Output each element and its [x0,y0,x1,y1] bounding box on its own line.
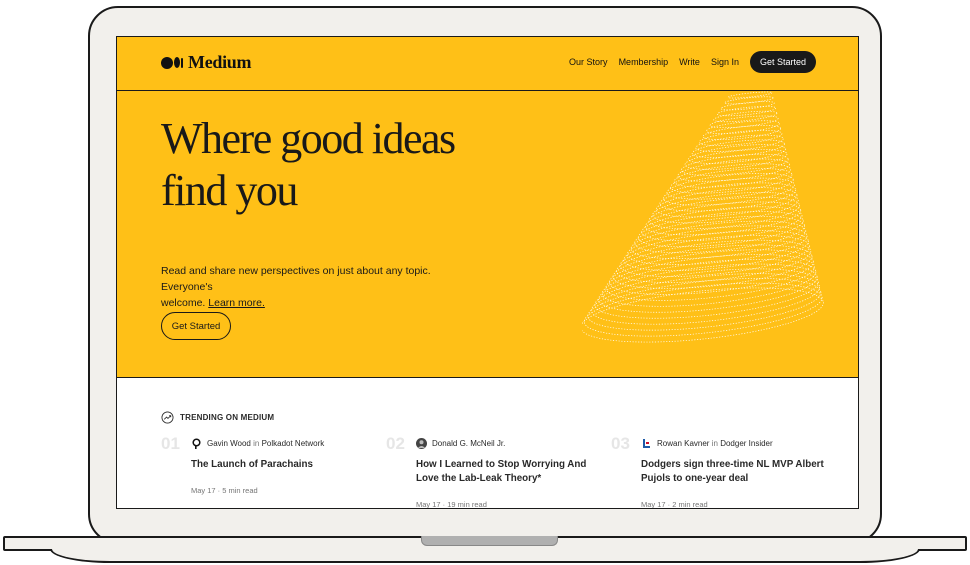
cone-ring [609,249,814,295]
top-nav: Our Story Membership Write Sign In Get S… [569,51,816,73]
trending-rank: 03 [611,434,630,453]
laptop-notch [421,536,558,546]
hero-get-started-button[interactable]: Get Started [161,312,231,340]
author-connector: in [711,439,718,448]
cone-ring [659,182,797,212]
logo-text: Medium [188,52,252,72]
trending-rank: 01 [161,434,180,453]
nav-write[interactable]: Write [679,57,700,67]
cone-ring [688,144,787,164]
hero-subtitle-line-2: welcome. [161,297,209,309]
laptop-base-lip [50,549,920,563]
cone-ring [695,134,784,152]
cone-ring [681,153,789,176]
dodger-insider-avatar-icon [641,438,652,449]
medium-logo[interactable]: Medium [161,52,252,73]
cone-ring [709,115,779,129]
site-header: Medium Our Story Membership Write Sign I… [117,37,858,91]
learn-more-link[interactable]: Learn more. [208,297,265,309]
cone-ring [691,139,785,158]
cone-ring [582,287,824,343]
trending-author-row: Gavin Wood in Polkadot Network [191,438,324,449]
publication-name[interactable]: Polkadot Network [262,439,325,448]
cone-ring [663,177,795,206]
hero-title: Where good ideas find you [161,113,491,217]
cone-ring [601,258,817,307]
cone-ring [594,268,819,319]
trending-icon [161,411,174,424]
cone-ring [684,149,788,170]
cone-ring [720,101,775,111]
hero-subtitle-line-1: Read and share new perspectives on just … [161,265,431,293]
laptop-screen: Medium Our Story Membership Write Sign I… [116,36,859,509]
trending-section: TRENDING ON MEDIUM 01 Gavin Wood in Polk… [117,377,858,509]
cone-ring [591,273,820,325]
nav-sign-in[interactable]: Sign In [711,57,739,67]
trending-rank: 02 [386,434,405,453]
nav-our-story[interactable]: Our Story [569,57,608,67]
publication-name[interactable]: Dodger Insider [720,439,772,448]
trending-header: TRENDING ON MEDIUM [161,411,274,424]
polkadot-avatar-icon [191,438,202,449]
get-started-nav-button[interactable]: Get Started [749,51,816,73]
author-name[interactable]: Donald G. McNeil Jr. [432,439,505,448]
hero-cone-art [582,91,824,343]
author-name[interactable]: Gavin Wood [207,439,251,448]
author-connector: in [253,439,260,448]
author-avatar [416,438,427,449]
hero-title-line-2: find you [161,166,298,215]
hero-subtitle: Read and share new perspectives on just … [161,263,481,311]
trending-meta: May 17 · 5 min read [191,486,258,495]
trending-author-row: Donald G. McNeil Jr. [416,438,505,449]
medium-logo-icon [161,56,183,69]
trending-author-row: Rowan Kavner in Dodger Insider [641,438,773,449]
trending-title[interactable]: Dodgers sign three-time NL MVP Albert Pu… [641,458,826,486]
trending-title[interactable]: How I Learned to Stop Worrying And Love … [416,458,601,486]
trending-meta: May 17 · 19 min read [416,500,487,509]
cone-ring [612,244,813,289]
trending-label: TRENDING ON MEDIUM [180,413,275,422]
trending-meta: May 17 · 2 min read [641,500,708,509]
cone-ring [627,225,808,265]
cone-ring [716,106,776,117]
nav-membership[interactable]: Membership [619,57,669,67]
hero-title-line-1: Where good ideas [161,114,456,163]
cone-ring [583,282,823,337]
trending-title[interactable]: The Launch of Parachains [191,458,376,472]
author-name[interactable]: Rowan Kavner [657,439,709,448]
